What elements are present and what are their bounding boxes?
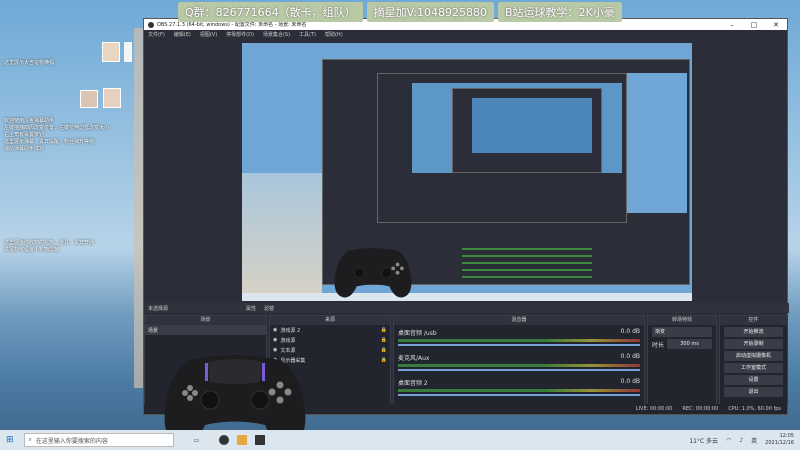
volume-meter — [398, 389, 640, 392]
sources-dock-title: 来源 — [270, 316, 390, 325]
ime-indicator[interactable]: 英 — [751, 436, 757, 445]
gamepad-icon — [334, 248, 412, 298]
window-title: OBS 27.1.3 (64-bit, windows) - 配置文件: 未命名… — [157, 22, 307, 28]
mixer-dock: 混音器 桌面音频 /usb 0.0 dB 麦克风/Aux 0.0 dB 桌面音频 2… — [393, 315, 645, 405]
menu-file[interactable]: 文件(F) — [148, 31, 165, 38]
settings-button[interactable]: 设置 — [724, 375, 783, 385]
lock-icon[interactable]: 🔒 — [381, 337, 390, 343]
task-view-icon[interactable]: ▭ — [194, 437, 200, 444]
menu-bar: 文件(F) 编辑(E) 视图(V) 停靠部件(D) 场景集合(S) 工具(T) … — [144, 30, 787, 39]
close-button[interactable]: ✕ — [765, 21, 787, 29]
exit-button[interactable]: 退出 — [724, 387, 783, 397]
scenes-dock-title: 场景 — [145, 316, 266, 325]
preview-canvas[interactable] — [242, 43, 692, 301]
maximize-button[interactable]: □ — [743, 21, 765, 29]
volume-meter — [398, 339, 640, 342]
duration-input[interactable]: 300 ms — [667, 339, 712, 349]
taskbar-search[interactable]: ⌕ 在这里输入你要搜索的内容 — [23, 433, 174, 447]
duration-label: 时长 — [652, 341, 665, 349]
folder-icon[interactable] — [237, 435, 248, 445]
menu-edit[interactable]: 编辑(E) — [174, 31, 191, 38]
menu-docks[interactable]: 停靠部件(D) — [226, 31, 254, 38]
transitions-dock: 转场特效 渐变 时长 300 ms — [647, 315, 717, 405]
live-status: LIVE: 00:00:00 — [635, 406, 673, 412]
volume-slider[interactable] — [398, 394, 640, 396]
no-source-label: 未选择源 — [148, 305, 169, 312]
desktop-icon-4[interactable] — [103, 88, 121, 108]
bilibili-tag: B站运球教学：2K小豪 — [497, 2, 622, 22]
filters-button[interactable]: 滤镜 — [264, 305, 274, 312]
lock-icon[interactable]: 🔒 — [381, 327, 390, 333]
transitions-dock-title: 转场特效 — [648, 316, 716, 325]
lock-icon[interactable]: 🔒 — [381, 347, 390, 353]
preview-mixer-bars — [462, 243, 592, 283]
weather[interactable]: 11°C 多云 — [689, 436, 718, 445]
menu-view[interactable]: 视图(V) — [200, 31, 217, 38]
studio-mode-button[interactable]: 工作室模式 — [724, 363, 783, 373]
nested-beach — [242, 173, 322, 301]
source-item[interactable]: ◉ 游戏源 2 🔒 — [270, 325, 390, 335]
desktop-icon-3[interactable] — [80, 90, 98, 108]
transition-select[interactable]: 渐变 — [652, 327, 712, 337]
lock-icon[interactable]: 🔒 — [381, 357, 390, 363]
mixer-channel: 桌面音频 /usb 0.0 dB — [398, 328, 640, 350]
desktop-note-1: 这里展示大吉造物横幅 — [4, 60, 55, 66]
desktop-icon-1[interactable] — [102, 42, 120, 62]
volume-slider[interactable] — [398, 369, 640, 371]
obs-icon — [148, 21, 154, 28]
speaker-icon[interactable]: ♪ — [739, 437, 743, 444]
desktop-note-3: 这里展示你收到的礼物、道具、贵宾开通 进鼠标可设置小礼物屏蔽 — [4, 240, 95, 253]
start-recording-button[interactable]: 开始录制 — [724, 339, 783, 349]
nested-sky-3 — [472, 98, 592, 153]
search-icon: ⌕ — [28, 436, 32, 443]
mixer-channel: 麦克风/Aux 0.0 dB — [398, 353, 640, 375]
rec-status: REC: 00:00:00 — [682, 406, 719, 412]
menu-help[interactable]: 帮助(H) — [325, 31, 343, 38]
system-tray: 11°C 多云 ◠ ♪ 英 12:05 2021/12/16 — [689, 433, 800, 447]
preview-taskbar — [242, 293, 692, 301]
virtual-camera-button[interactable]: 启动虚拟摄像机 — [724, 351, 783, 361]
windows-start-icon[interactable]: ⊞ — [6, 435, 14, 445]
scene-list-item[interactable]: 场景 — [145, 325, 266, 335]
minimize-button[interactable]: – — [721, 21, 743, 29]
eye-icon[interactable]: ◉ — [273, 327, 277, 333]
cpu-status: CPU: 1.0%, 60.00 fps — [728, 406, 781, 412]
app-icon[interactable] — [255, 435, 266, 445]
source-toolbar: 未选择源 属性 滤镜 — [144, 303, 789, 313]
search-placeholder: 在这里输入你要搜索的内容 — [35, 437, 108, 445]
properties-button[interactable]: 属性 — [246, 305, 256, 312]
wifi-icon[interactable]: ◠ — [726, 437, 731, 444]
desktop-note-2: 欢迎使用斗鱼弹幕助手 左键拖拽四周改变位置，左键拉伸边框改变大小 右上角有设置按… — [4, 118, 110, 152]
promo-banner: Q群：826771664（散卡，组队） 摘星加V:1048925880 B站运球… — [178, 2, 622, 22]
volume-meter — [398, 364, 640, 367]
mixer-channel: 桌面音频 2 0.0 dB — [398, 378, 640, 400]
obs-icon[interactable] — [219, 435, 230, 445]
controls-dock-title: 控件 — [720, 316, 787, 325]
controls-dock: 控件 开始推流 开始录制 启动虚拟摄像机 工作室模式 设置 退出 — [719, 315, 788, 405]
taskbar: ⊞ ⌕ 在这里输入你要搜索的内容 ▭ 11°C 多云 ◠ ♪ 英 12:05 2… — [0, 430, 800, 450]
wechat-tag: 摘星加V:1048925880 — [366, 2, 494, 22]
mixer-dock-title: 混音器 — [394, 316, 644, 325]
start-streaming-button[interactable]: 开始推流 — [724, 327, 783, 337]
menu-scene-collection[interactable]: 场景集合(S) — [263, 31, 290, 38]
volume-slider[interactable] — [398, 344, 640, 346]
qq-group-tag: Q群：826771664（散卡，组队） — [178, 2, 363, 22]
clock[interactable]: 12:05 2021/12/16 — [765, 433, 794, 447]
menu-tools[interactable]: 工具(T) — [299, 31, 316, 38]
desktop-icon-2[interactable] — [124, 42, 132, 62]
